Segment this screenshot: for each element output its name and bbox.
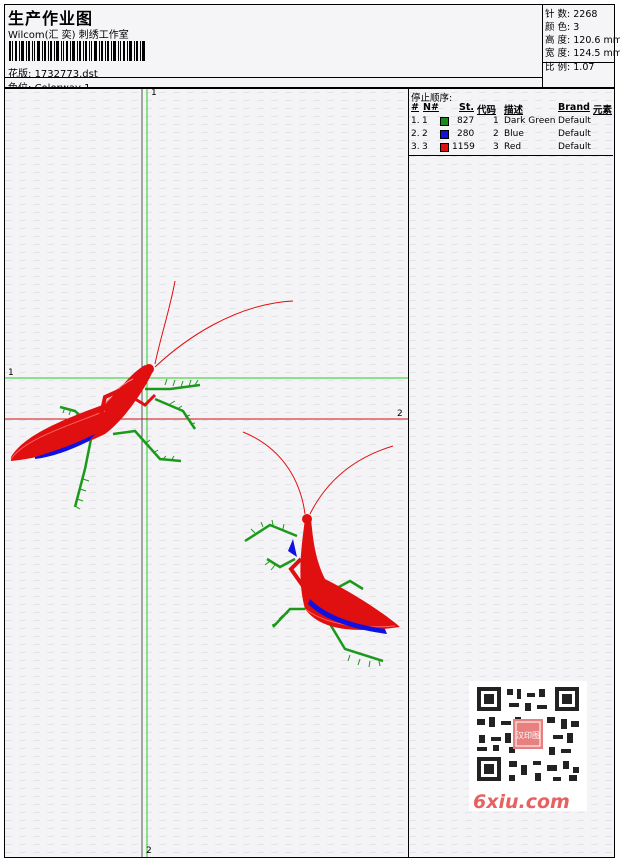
- stat-scale: 比 例: 1.07: [545, 59, 594, 73]
- row-index: 1.: [411, 116, 420, 126]
- guide-label-h-left: 1: [8, 368, 14, 378]
- stat-colors: 颜 色: 3: [545, 19, 579, 33]
- row-stitches: 827: [457, 116, 475, 126]
- row-stitches: 280: [457, 129, 475, 139]
- stats-panel: 针 数: 2268 颜 色: 3 高 度: 120.6 mm 宽 度: 124.…: [542, 5, 620, 87]
- color-swatch: [440, 143, 449, 152]
- stat-stitches: 针 数: 2268: [545, 6, 597, 20]
- row-code: 3: [493, 142, 499, 152]
- row-needle: 2: [422, 129, 428, 139]
- col-header-element: 元素: [593, 105, 613, 116]
- row-needle: 3: [422, 142, 428, 152]
- row-index: 2.: [411, 129, 420, 139]
- col-header-needle: N#: [423, 102, 439, 113]
- guide-label-h-right: 2: [397, 409, 403, 419]
- stat-width: 宽 度: 124.5 mm: [545, 45, 620, 59]
- table-row[interactable]: 1. 1 827 1 Dark Green Default: [409, 116, 613, 129]
- header-info: 生产作业图 Wilcom(汇 奕) 刺绣工作室 花版: 1732773.dst …: [5, 5, 542, 94]
- stop-sequence-panel: 停止顺序: # N# St. 代码 描述 Brand 元素 1. 1 827 1…: [409, 88, 615, 858]
- guide-label-v-bottom: 2: [146, 846, 152, 856]
- col-header-stitches: St.: [459, 102, 474, 113]
- row-stitches: 1159: [452, 142, 475, 152]
- col-header-brand: Brand: [558, 102, 590, 113]
- row-needle: 1: [422, 116, 428, 126]
- table-row[interactable]: 3. 3 1159 3 Red Default: [409, 142, 613, 155]
- stat-width-value: 124.5 mm: [573, 48, 620, 59]
- col-header-code: 代码: [477, 105, 497, 116]
- row-brand: Default: [558, 142, 591, 152]
- row-code: 2: [493, 129, 499, 139]
- color-swatch: [440, 130, 449, 139]
- col-header-index: #: [411, 102, 419, 113]
- header: 生产作业图 Wilcom(汇 奕) 刺绣工作室 花版: 1732773.dst …: [4, 4, 620, 94]
- barcode-image: [9, 41, 145, 61]
- watermark-logo: 6xiu.com: [473, 791, 570, 813]
- studio-name: Wilcom(汇 奕) 刺绣工作室: [8, 30, 129, 41]
- guide-label-v-top: 1: [151, 88, 157, 98]
- embroidery-preview: [5, 89, 408, 857]
- row-code: 1: [493, 116, 499, 126]
- row-brand: Default: [558, 116, 591, 126]
- stat-scale-value: 1.07: [573, 62, 595, 73]
- stat-height: 高 度: 120.6 mm: [545, 32, 620, 46]
- header-divider: [5, 77, 542, 78]
- table-row[interactable]: 2. 2 280 2 Blue Default: [409, 129, 613, 142]
- row-index: 3.: [411, 142, 420, 152]
- design-canvas[interactable]: 1 2 1 2: [4, 88, 409, 858]
- stat-width-label: 宽 度:: [545, 48, 571, 59]
- row-description: Blue: [504, 129, 524, 139]
- color-swatch: [440, 117, 449, 126]
- qr-stamp-text: 汉印图: [516, 731, 540, 740]
- sequence-divider: [409, 155, 613, 156]
- col-header-description: 描述: [504, 105, 524, 116]
- stat-scale-label: 比 例:: [545, 62, 571, 73]
- row-description: Red: [504, 142, 522, 152]
- row-description: Dark Green: [504, 116, 556, 126]
- row-brand: Default: [558, 129, 591, 139]
